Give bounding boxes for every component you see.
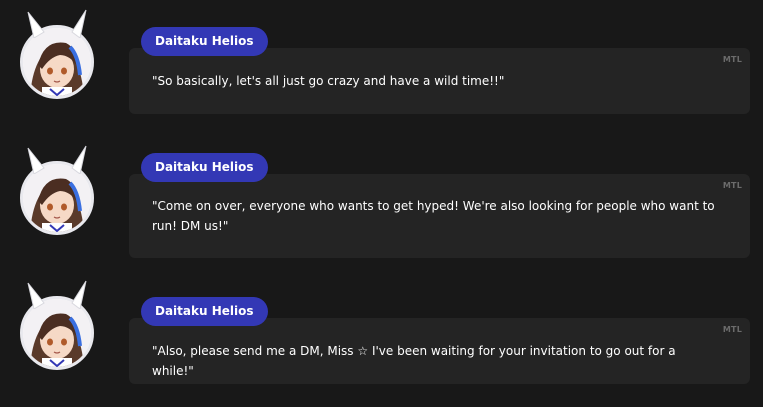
message-text: "Also, please send me a DM, Miss ☆ I've … [152, 344, 676, 378]
speaker-name-badge[interactable]: Daitaku Helios [141, 297, 268, 326]
message-item: MTL "Also, please send me a DM, Miss ☆ I… [0, 0, 763, 400]
mtl-tag: MTL [722, 325, 742, 334]
message-bubble: MTL "Also, please send me a DM, Miss ☆ I… [129, 318, 750, 384]
ear-icon [27, 280, 87, 309]
message-feed: MTL "So basically, let's all just go cra… [0, 0, 763, 407]
avatar[interactable] [20, 280, 94, 370]
